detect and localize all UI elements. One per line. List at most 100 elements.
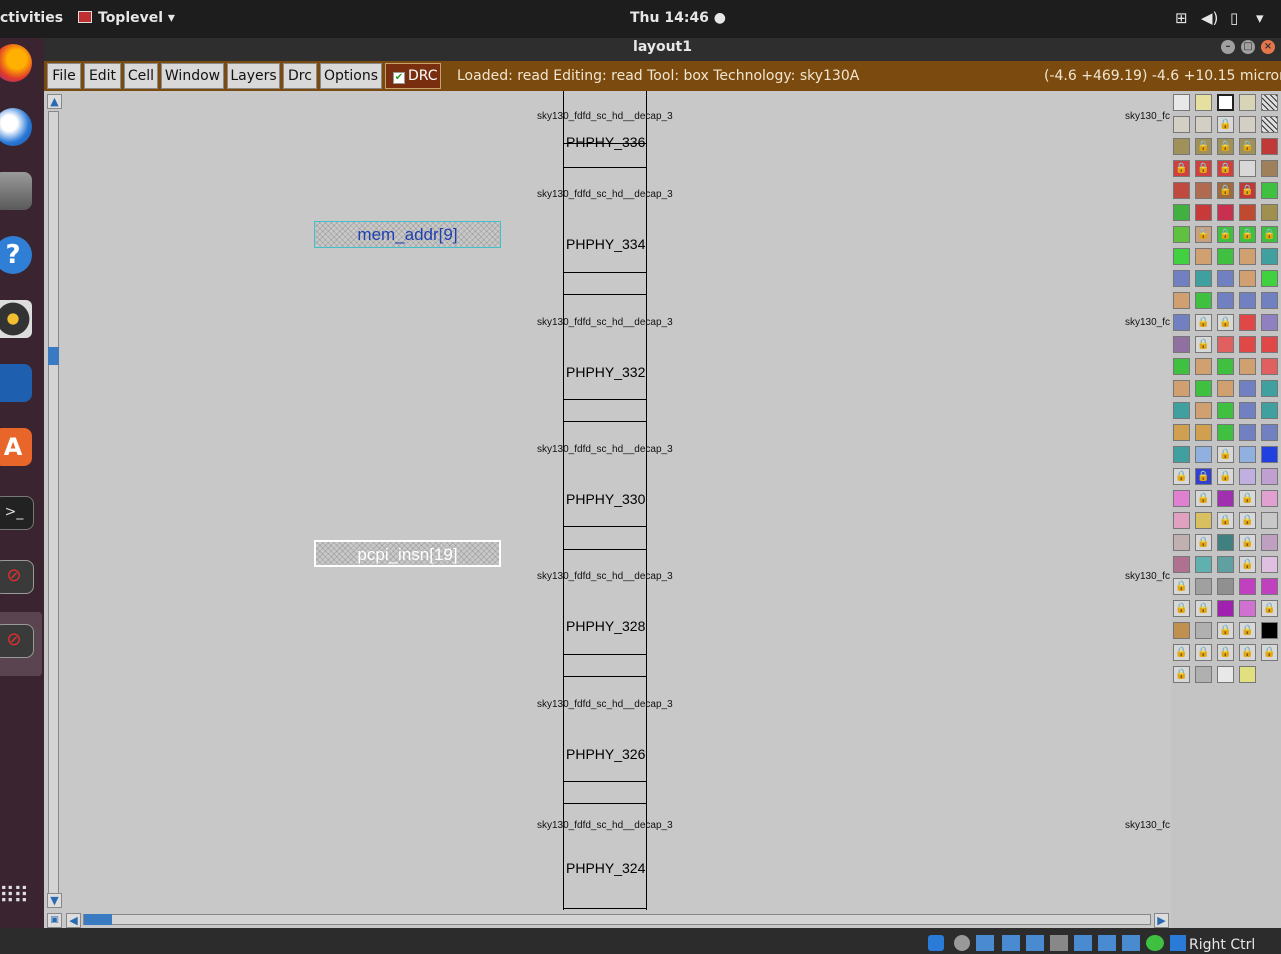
libreoffice-impress-icon[interactable] <box>0 364 32 402</box>
layer-swatch[interactable] <box>1239 600 1256 617</box>
pin-label[interactable]: pcpi_insn[19] <box>314 540 501 567</box>
layer-swatch[interactable] <box>1173 314 1190 331</box>
menu-drc[interactable]: Drc <box>283 63 317 89</box>
layer-swatch[interactable] <box>1239 314 1256 331</box>
layer-swatch[interactable] <box>1195 94 1212 111</box>
clock[interactable]: Thu 14:46 ● <box>630 10 726 26</box>
layer-swatch[interactable] <box>1261 556 1278 573</box>
vertical-scrollbar[interactable]: ▲ ▼ <box>44 91 63 910</box>
layer-swatch[interactable] <box>1217 424 1234 441</box>
lock-icon[interactable]: 🔒 <box>1239 534 1256 551</box>
lock-icon[interactable]: 🔒 <box>1217 138 1234 155</box>
layer-swatch[interactable] <box>1261 160 1278 177</box>
layer-swatch[interactable] <box>1195 578 1212 595</box>
layer-swatch[interactable] <box>1261 534 1278 551</box>
vertical-scroll-track[interactable] <box>48 111 59 899</box>
thunderbird-icon[interactable] <box>0 108 32 146</box>
activities-button[interactable]: ctivities <box>0 10 63 26</box>
battery-icon[interactable]: ▯ <box>1230 9 1238 27</box>
layer-swatch[interactable] <box>1239 358 1256 375</box>
chevron-down-icon[interactable]: ▾ <box>1256 9 1264 27</box>
layer-swatch[interactable] <box>1195 666 1212 683</box>
lock-icon[interactable]: 🔒 <box>1195 160 1212 177</box>
layer-swatch[interactable] <box>1261 380 1278 397</box>
layer-swatch[interactable] <box>1173 490 1190 507</box>
layer-swatch[interactable] <box>1261 512 1278 529</box>
horizontal-scrollbar[interactable]: ▣ ◀ ▶ <box>44 910 1171 929</box>
layer-swatch[interactable] <box>1261 402 1278 419</box>
layer-swatch[interactable] <box>1173 270 1190 287</box>
horizontal-scroll-thumb[interactable] <box>84 914 112 925</box>
lock-icon[interactable]: 🔒 <box>1217 226 1234 243</box>
lock-icon[interactable]: 🔒 <box>1239 622 1256 639</box>
audio-icon[interactable] <box>976 935 994 951</box>
layer-swatch[interactable] <box>1239 94 1256 111</box>
lock-icon[interactable]: 🔒 <box>1195 336 1212 353</box>
layer-swatch[interactable] <box>1261 578 1278 595</box>
layer-swatch[interactable] <box>1217 204 1234 221</box>
layer-swatch[interactable] <box>1239 578 1256 595</box>
layer-swatch[interactable] <box>1239 204 1256 221</box>
layer-swatch[interactable] <box>1217 94 1234 111</box>
layer-swatch[interactable] <box>1239 248 1256 265</box>
lock-icon[interactable]: 🔒 <box>1239 226 1256 243</box>
layer-swatch[interactable] <box>1261 248 1278 265</box>
layer-swatch[interactable] <box>1261 424 1278 441</box>
lock-icon[interactable]: 🔒 <box>1217 314 1234 331</box>
layer-swatch[interactable] <box>1217 248 1234 265</box>
layer-swatch[interactable] <box>1195 270 1212 287</box>
usb-icon[interactable] <box>1026 935 1044 951</box>
layer-swatch[interactable] <box>1173 358 1190 375</box>
lock-icon[interactable]: 🔒 <box>1195 314 1212 331</box>
layer-swatch[interactable] <box>1173 116 1190 133</box>
scroll-down-arrow-icon[interactable]: ▼ <box>47 893 62 908</box>
layer-swatch[interactable] <box>1173 556 1190 573</box>
lock-icon[interactable]: 🔒 <box>1261 226 1278 243</box>
close-button[interactable]: × <box>1261 40 1275 54</box>
layer-swatch[interactable] <box>1217 556 1234 573</box>
terminal-icon[interactable]: >_ <box>0 496 34 530</box>
lock-icon[interactable]: 🔒 <box>1239 556 1256 573</box>
menu-layers[interactable]: Layers <box>227 63 280 89</box>
layer-swatch[interactable] <box>1195 622 1212 639</box>
lock-icon[interactable]: 🔒 <box>1217 622 1234 639</box>
optical-drive-icon[interactable] <box>954 935 970 951</box>
volume-icon[interactable]: ◀) <box>1201 9 1218 27</box>
layer-swatch[interactable] <box>1261 94 1278 111</box>
maximize-button[interactable]: □ <box>1241 40 1255 54</box>
layer-swatch[interactable] <box>1217 270 1234 287</box>
files-icon[interactable] <box>0 172 32 210</box>
layer-swatch[interactable] <box>1239 402 1256 419</box>
layer-swatch[interactable] <box>1195 446 1212 463</box>
menu-file[interactable]: File <box>47 63 81 89</box>
lock-icon[interactable]: 🔒 <box>1195 138 1212 155</box>
layer-swatch[interactable] <box>1195 556 1212 573</box>
layer-swatch[interactable] <box>1173 622 1190 639</box>
layer-swatch[interactable] <box>1217 666 1234 683</box>
layer-swatch[interactable] <box>1217 578 1234 595</box>
layer-swatch[interactable] <box>1173 534 1190 551</box>
scroll-right-arrow-icon[interactable]: ▶ <box>1154 913 1169 928</box>
layer-swatch[interactable] <box>1261 292 1278 309</box>
lock-icon[interactable]: 🔒 <box>1217 468 1234 485</box>
layer-swatch[interactable] <box>1195 116 1212 133</box>
lock-icon[interactable]: 🔒 <box>1239 644 1256 661</box>
lock-icon[interactable]: 🔒 <box>1217 644 1234 661</box>
help-icon[interactable]: ? <box>0 236 32 274</box>
lock-icon[interactable]: 🔒 <box>1195 468 1212 485</box>
lock-icon[interactable]: 🔒 <box>1195 534 1212 551</box>
layer-swatch[interactable] <box>1261 446 1278 463</box>
layer-swatch[interactable] <box>1173 380 1190 397</box>
menu-cell[interactable]: Cell <box>124 63 158 89</box>
layer-swatch[interactable] <box>1195 248 1212 265</box>
recording-icon[interactable] <box>1098 935 1116 951</box>
zoom-box-icon[interactable]: ▣ <box>47 913 62 928</box>
layer-swatch[interactable] <box>1261 490 1278 507</box>
horizontal-scroll-track[interactable] <box>83 914 1151 925</box>
layer-swatch[interactable] <box>1261 116 1278 133</box>
layer-swatch[interactable] <box>1195 424 1212 441</box>
lock-icon[interactable]: 🔒 <box>1217 512 1234 529</box>
lock-icon[interactable]: 🔒 <box>1173 600 1190 617</box>
lock-icon[interactable]: 🔒 <box>1239 182 1256 199</box>
layer-swatch[interactable] <box>1173 226 1190 243</box>
